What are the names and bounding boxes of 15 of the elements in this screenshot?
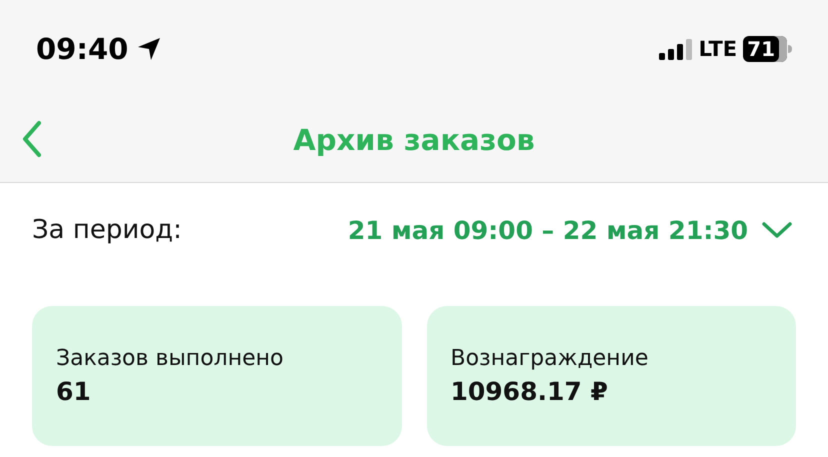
stat-label: Вознаграждение <box>450 346 650 371</box>
signal-icon <box>658 38 693 60</box>
battery-indicator: 71 <box>743 36 787 62</box>
battery-tip-icon <box>788 45 792 53</box>
back-button[interactable] <box>22 120 42 158</box>
network-type: LTE <box>698 37 738 61</box>
chevron-down-icon <box>762 221 792 239</box>
status-time: 09:40 <box>36 32 128 66</box>
period-label: За период: <box>32 215 182 245</box>
stat-value: 61 <box>56 377 92 406</box>
stat-label: Заказов выполнено <box>56 346 284 371</box>
screen-title: Архив заказов <box>293 123 535 157</box>
stat-value: 10968.17 ₽ <box>450 377 609 406</box>
location-arrow-icon <box>136 36 162 62</box>
period-dropdown[interactable]: 21 мая 09:00 – 22 мая 21:30 <box>348 216 792 244</box>
